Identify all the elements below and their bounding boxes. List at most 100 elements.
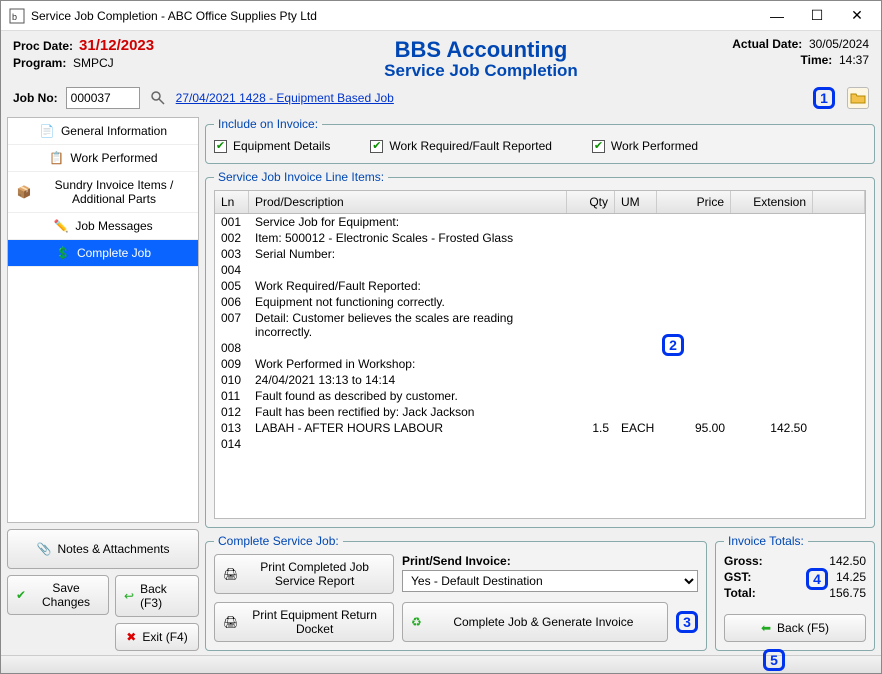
table-row[interactable]: 013LABAH - AFTER HOURS LABOUR1.5EACH95.0… (215, 420, 865, 436)
recycle-icon: ♻ (411, 615, 422, 629)
gst-label: GST: (724, 570, 796, 584)
jobno-input[interactable] (66, 87, 140, 109)
gross-label: Gross: (724, 554, 796, 568)
statusbar: 5 (1, 655, 881, 673)
table-row[interactable]: 009Work Performed in Workshop: (215, 356, 865, 372)
content: 📄General Information 📋Work Performed 📦Su… (1, 117, 881, 655)
bottom-panel: Complete Service Job: 🖨Print Completed J… (205, 534, 875, 651)
table-row[interactable]: 014 (215, 436, 865, 452)
program-label: Program: (13, 56, 66, 70)
table-row[interactable]: 012Fault has been rectified by: Jack Jac… (215, 404, 865, 420)
nav-complete-job[interactable]: 💲Complete Job (8, 240, 198, 267)
totals-legend: Invoice Totals: (724, 534, 808, 548)
left-arrow-icon: ⬅ (761, 621, 771, 635)
nav-general-information[interactable]: 📄General Information (8, 118, 198, 145)
callout-badge-5: 5 (763, 649, 785, 671)
complete-legend: Complete Service Job: (214, 534, 343, 548)
col-um[interactable]: UM (615, 191, 657, 213)
chk-work-performed[interactable]: ✔Work Performed (592, 139, 698, 153)
back-f5-button[interactable]: ⬅Back (F5) (724, 614, 866, 642)
search-icon[interactable] (148, 88, 168, 108)
table-row[interactable]: 004 (215, 262, 865, 278)
jobno-label: Job No: (13, 91, 58, 105)
line-items-box: Service Job Invoice Line Items: Ln Prod/… (205, 170, 875, 528)
exit-f4-button[interactable]: ✖Exit (F4) (115, 623, 199, 651)
brand-subtitle: Service Job Completion (313, 61, 649, 81)
close-button[interactable]: ✕ (837, 2, 877, 30)
maximize-button[interactable]: ☐ (797, 2, 837, 30)
time-label: Time: (801, 53, 833, 67)
nav-sundry-items[interactable]: 📦Sundry Invoice Items / Additional Parts (8, 172, 198, 213)
table-row[interactable]: 001Service Job for Equipment: (215, 214, 865, 230)
callout-badge-3: 3 (676, 611, 698, 633)
table-row[interactable]: 005Work Required/Fault Reported: (215, 278, 865, 294)
save-changes-button[interactable]: ✔Save Changes (7, 575, 109, 615)
line-items-legend: Service Job Invoice Line Items: (214, 170, 388, 184)
printer-icon: 🖨 (223, 615, 238, 629)
check-icon: ✔ (16, 588, 26, 602)
col-ext[interactable]: Extension (731, 191, 813, 213)
back-arrow-icon: ↩ (124, 589, 134, 603)
print-send-select[interactable]: Yes - Default Destination (402, 570, 698, 592)
close-icon: ✖ (126, 630, 136, 644)
info-icon: 📄 (39, 124, 55, 138)
callout-badge-2: 2 (662, 334, 684, 356)
time-value: 14:37 (839, 53, 869, 67)
print-return-docket-button[interactable]: 🖨Print Equipment Return Docket (214, 602, 394, 642)
gross-value: 142.50 (796, 554, 866, 568)
nav-job-messages[interactable]: ✏️Job Messages (8, 213, 198, 240)
job-link[interactable]: 27/04/2021 1428 - Equipment Based Job (176, 91, 394, 105)
complete-generate-invoice-button[interactable]: ♻Complete Job & Generate Invoice (402, 602, 668, 642)
sidebar: 📄General Information 📋Work Performed 📦Su… (7, 117, 199, 651)
notes-attachments-button[interactable]: 📎Notes & Attachments (7, 529, 199, 569)
actual-date-label: Actual Date: (732, 37, 802, 51)
table-row[interactable]: 002Item: 500012 - Electronic Scales - Fr… (215, 230, 865, 246)
parts-icon: 📦 (16, 185, 32, 199)
titlebar: b Service Job Completion - ABC Office Su… (1, 1, 881, 31)
svg-text:b: b (12, 12, 17, 22)
include-on-invoice-box: Include on Invoice: ✔Equipment Details ✔… (205, 117, 875, 164)
total-value: 156.75 (796, 586, 866, 600)
grid-body[interactable]: 001Service Job for Equipment:002Item: 50… (214, 214, 866, 519)
col-price[interactable]: Price (657, 191, 731, 213)
table-row[interactable]: 007Detail: Customer believes the scales … (215, 310, 865, 340)
print-send-label: Print/Send Invoice: (402, 554, 698, 568)
back-f3-button[interactable]: ↩Back (F3) (115, 575, 199, 617)
brand-title: BBS Accounting (313, 37, 649, 63)
program-value: SMPCJ (73, 56, 114, 70)
col-ln[interactable]: Ln (215, 191, 249, 213)
folder-icon[interactable] (847, 87, 869, 109)
invoice-totals-box: Invoice Totals: Gross:142.50 GST:14.25 T… (715, 534, 875, 651)
window-title: Service Job Completion - ABC Office Supp… (31, 9, 757, 23)
app-icon: b (9, 8, 25, 24)
callout-badge-1: 1 (813, 87, 835, 109)
chk-equipment-details[interactable]: ✔Equipment Details (214, 139, 330, 153)
table-row[interactable]: 011Fault found as described by customer. (215, 388, 865, 404)
proc-date: 31/12/2023 (79, 37, 154, 54)
grid-header: Ln Prod/Description Qty UM Price Extensi… (214, 190, 866, 214)
col-desc[interactable]: Prod/Description (249, 191, 567, 213)
minimize-button[interactable]: — (757, 2, 797, 30)
table-row[interactable]: 006Equipment not functioning correctly. (215, 294, 865, 310)
chk-work-required[interactable]: ✔Work Required/Fault Reported (370, 139, 552, 153)
header: Proc Date: 31/12/2023 Program: SMPCJ BBS … (1, 31, 881, 83)
proc-date-label: Proc Date: (13, 39, 73, 53)
printer-icon: 🖨 (223, 567, 238, 581)
main-panel: Include on Invoice: ✔Equipment Details ✔… (205, 117, 875, 651)
print-service-report-button[interactable]: 🖨Print Completed Job Service Report (214, 554, 394, 594)
complete-service-job-box: Complete Service Job: 🖨Print Completed J… (205, 534, 707, 651)
callout-badge-4: 4 (806, 568, 828, 590)
col-qty[interactable]: Qty (567, 191, 615, 213)
complete-icon: 💲 (55, 246, 71, 260)
table-row[interactable]: 008 (215, 340, 865, 356)
notes-icon: 📎 (36, 542, 51, 556)
work-icon: 📋 (48, 151, 64, 165)
table-row[interactable]: 01024/04/2021 13:13 to 14:14 (215, 372, 865, 388)
window: b Service Job Completion - ABC Office Su… (0, 0, 882, 674)
actual-date: 30/05/2024 (809, 37, 869, 51)
nav-work-performed[interactable]: 📋Work Performed (8, 145, 198, 172)
job-row: Job No: 27/04/2021 1428 - Equipment Base… (1, 83, 881, 117)
include-legend: Include on Invoice: (214, 117, 322, 131)
total-label: Total: (724, 586, 796, 600)
table-row[interactable]: 003Serial Number: (215, 246, 865, 262)
